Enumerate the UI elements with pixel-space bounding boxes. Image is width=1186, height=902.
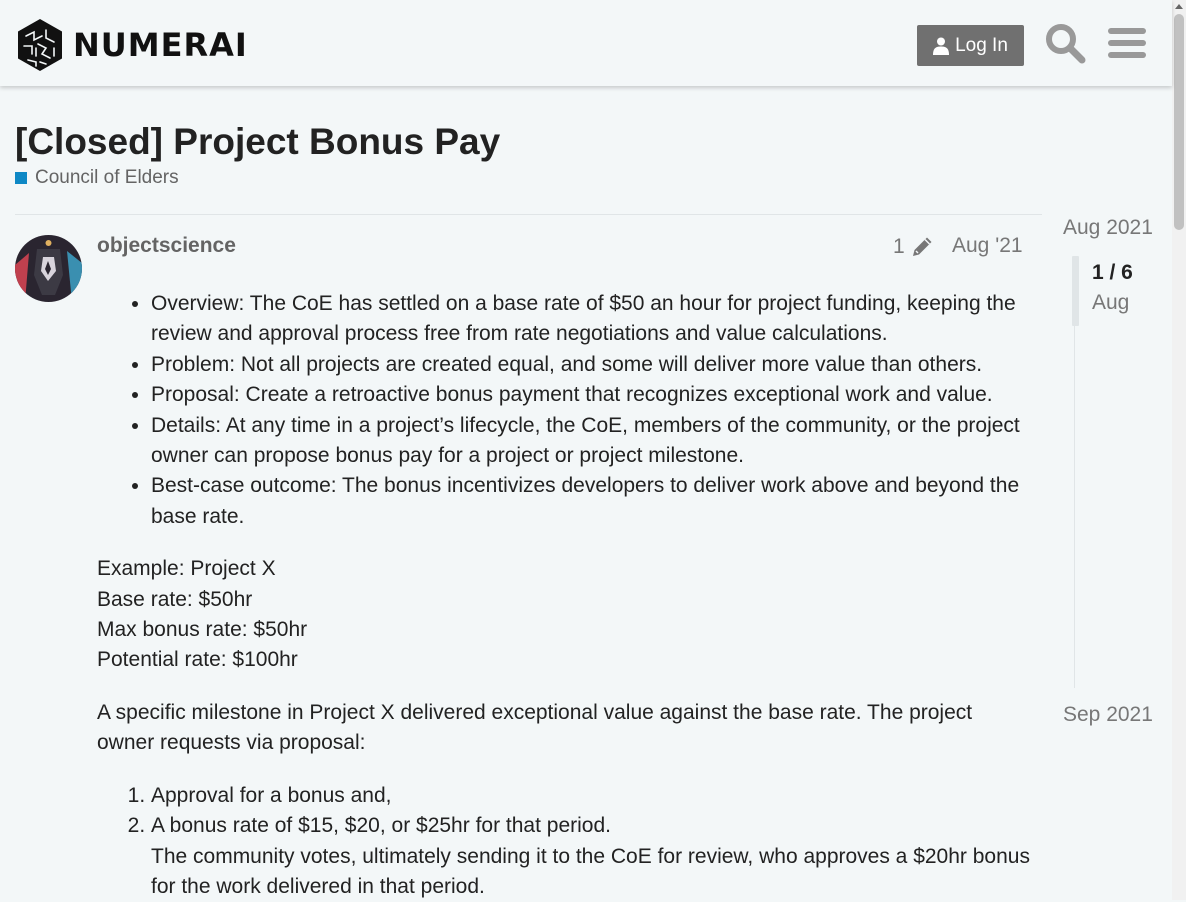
post-username[interactable]: objectscience (97, 234, 236, 258)
site-header: NUMERAI Log In (0, 0, 1172, 86)
search-icon[interactable] (1044, 22, 1086, 64)
scroll-up-arrow-icon[interactable] (1175, 4, 1183, 9)
list-item: Problem: Not all projects are created eq… (151, 350, 1032, 380)
proposal-steps-list: Approval for a bonus and, A bonus rate o… (97, 781, 1032, 902)
step-text: The community votes, ultimately sending … (151, 844, 1030, 898)
login-button[interactable]: Log In (917, 25, 1024, 66)
page-scrollbar[interactable] (1172, 0, 1186, 900)
scrollbar-thumb[interactable] (1174, 14, 1184, 230)
logo-wordmark: NUMERAI (73, 26, 248, 64)
post-edit-history[interactable]: 1 (893, 234, 935, 260)
example-line: Max bonus rate: $50hr (97, 618, 308, 642)
avatar-image-icon (15, 235, 82, 302)
list-item: Overview: The CoE has settled on a base … (151, 289, 1032, 350)
login-button-label: Log In (955, 34, 1008, 56)
list-item: Proposal: Create a retroactive bonus pay… (151, 380, 1032, 410)
user-icon (933, 37, 950, 55)
list-item: A bonus rate of $15, $20, or $25hr for t… (151, 811, 1032, 902)
summary-list: Overview: The CoE has settled on a base … (97, 289, 1032, 532)
timeline-position: 1 / 6 (1092, 261, 1133, 284)
timeline-scroll-handle[interactable] (1072, 256, 1079, 326)
list-item: Best-case outcome: The bonus incentivize… (151, 471, 1032, 532)
title-divider (15, 214, 1042, 215)
hamburger-menu-icon[interactable] (1106, 22, 1148, 64)
category-badge[interactable]: Council of Elders (15, 167, 179, 189)
step-text: A bonus rate of $15, $20, or $25hr for t… (151, 814, 611, 838)
category-color-square (15, 172, 27, 184)
timeline-position-date: Aug (1092, 291, 1130, 314)
example-line: Base rate: $50hr (97, 587, 253, 611)
list-item: Approval for a bonus and, (151, 781, 1032, 811)
timeline-end-date[interactable]: Sep 2021 (1063, 703, 1153, 727)
pencil-icon (912, 237, 932, 256)
user-avatar[interactable] (15, 235, 82, 302)
example-line: Example: Project X (97, 557, 276, 581)
list-item: Details: At any time in a project’s life… (151, 411, 1032, 472)
edit-count: 1 (893, 235, 905, 258)
timeline-start-date[interactable]: Aug 2021 (1063, 216, 1153, 240)
example-block: Example: Project X Base rate: $50hr Max … (97, 554, 1032, 676)
post-date[interactable]: Aug '21 (952, 234, 1023, 258)
milestone-paragraph: A specific milestone in Project X delive… (97, 700, 973, 755)
category-name: Council of Elders (35, 167, 179, 188)
post-body: Overview: The CoE has settled on a base … (97, 289, 1032, 902)
example-line: Potential rate: $100hr (97, 648, 298, 672)
numerai-logo-icon (18, 19, 62, 71)
site-logo[interactable]: NUMERAI (16, 18, 248, 72)
topic-title[interactable]: [Closed] Project Bonus Pay (15, 118, 500, 166)
